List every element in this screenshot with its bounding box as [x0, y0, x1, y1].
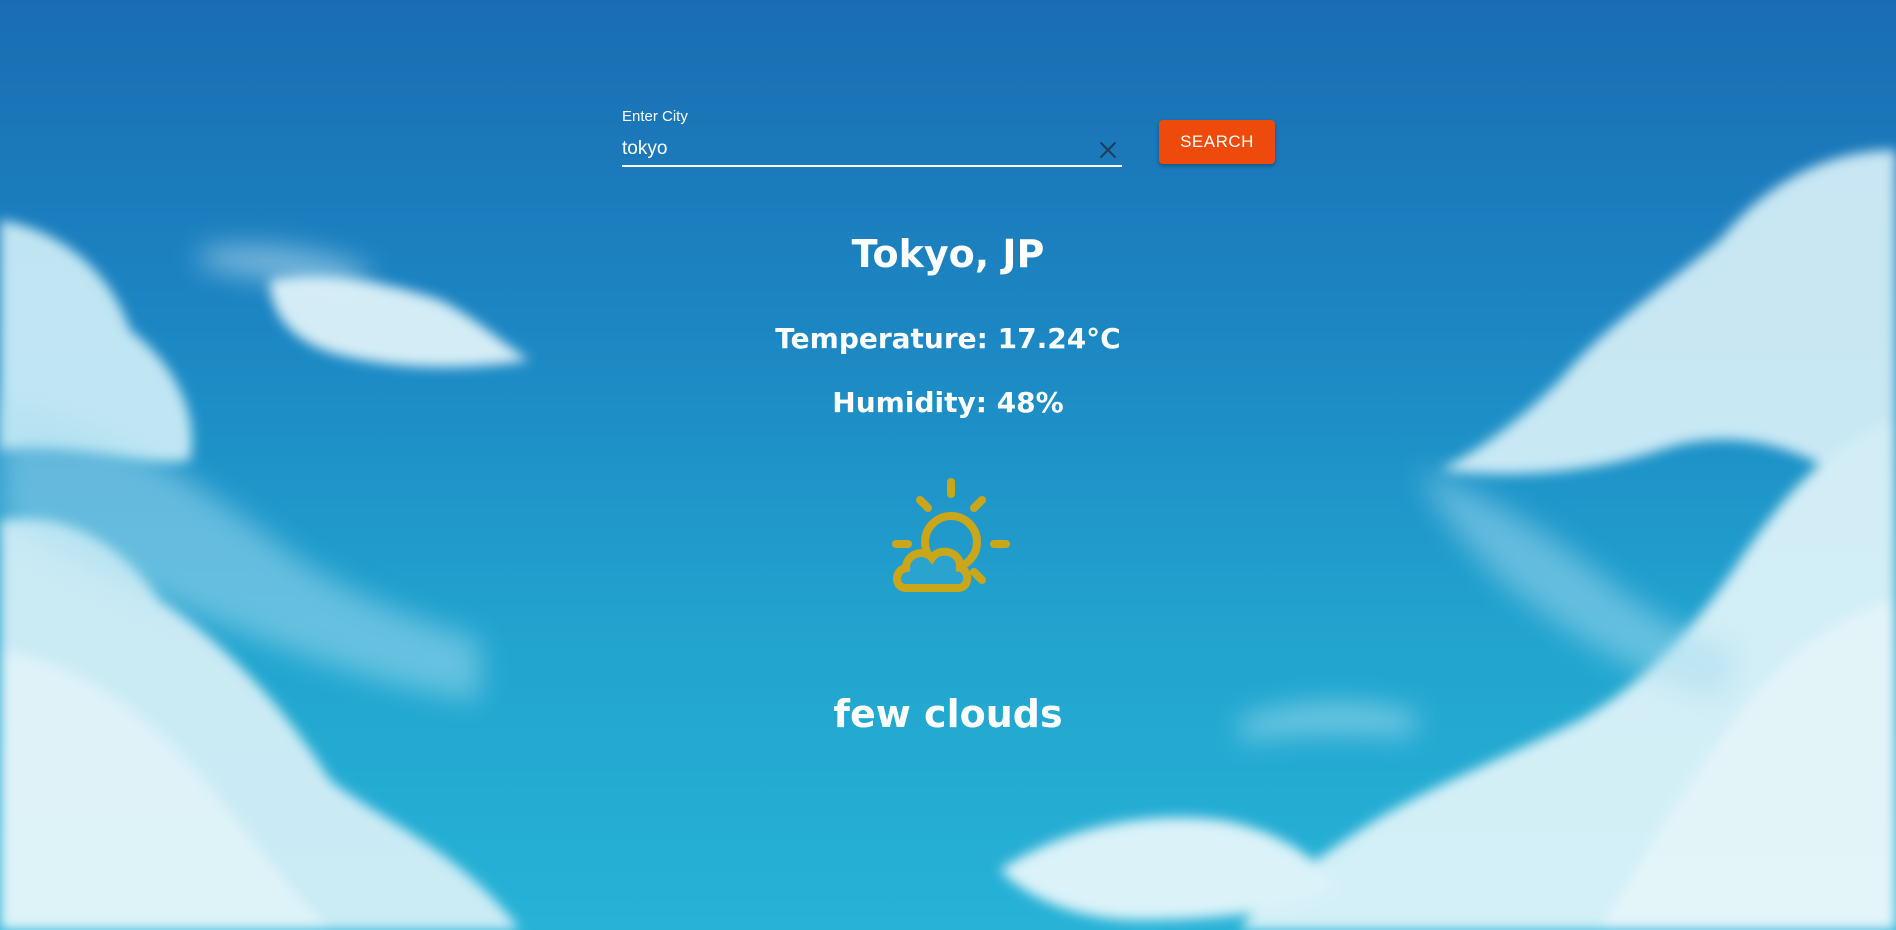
weather-description: few clouds: [833, 692, 1063, 736]
partly-cloudy-icon: [892, 478, 1010, 592]
location-title: Tokyo, JP: [851, 232, 1045, 276]
temperature-text: Temperature: 17.24°C: [775, 322, 1121, 355]
close-icon: [1100, 142, 1116, 158]
search-button[interactable]: SEARCH: [1159, 120, 1275, 164]
city-input[interactable]: [622, 134, 1082, 164]
search-bar: Enter City SEARCH: [622, 106, 1277, 176]
humidity-text: Humidity: 48%: [832, 386, 1064, 419]
city-field: Enter City: [622, 106, 1122, 167]
weather-app-page: Enter City SEARCH Tokyo, JP Temperature:…: [0, 0, 1896, 930]
weather-icon-container: [884, 478, 1014, 600]
city-field-underline: [622, 165, 1122, 167]
clear-button[interactable]: [1094, 136, 1122, 164]
city-field-label: Enter City: [622, 108, 688, 125]
